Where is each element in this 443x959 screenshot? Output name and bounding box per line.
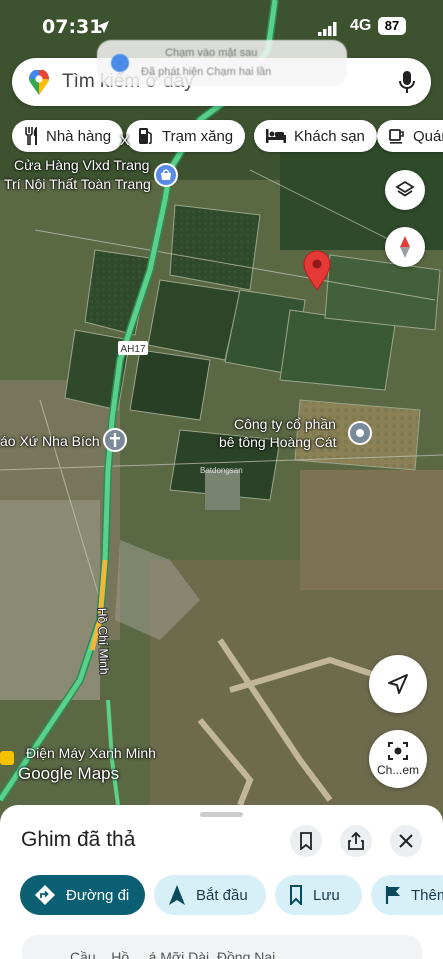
add-label-button[interactable]: Thêm [371,875,443,915]
maps-screen: AH17 Hồ Chí Minh Batdongsan 07:31 4G 87 … [0,0,443,959]
back-tap-toast: Chạm vào mặt sau Đã phát hiện Chạm hai l… [97,40,347,86]
chip-label: Trạm xăng [162,127,234,145]
company-label-line1[interactable]: Công ty cổ phần [234,416,336,432]
signal-icon [318,20,338,42]
directions-icon [35,885,55,905]
fork-knife-icon [25,127,37,145]
directions-label: Đường đi [66,886,130,904]
shop-label-line1[interactable]: Cửa Hàng Vlxd Trang [14,157,149,173]
chip-gas-stations[interactable]: Trạm xăng [126,120,246,152]
address-row[interactable]: Cầu... Hồ ... á Mỡi Dài, Đồng Nai [22,935,422,959]
compass-icon [400,236,410,258]
coffee-cup-icon [389,129,404,144]
microphone-icon[interactable] [399,70,415,99]
bookmark-icon [290,885,302,905]
electronics-label[interactable]: Điện Máy Xanh Minh [26,745,156,761]
location-arrow-icon [96,18,110,40]
start-button[interactable]: Bắt đầu [154,875,266,915]
google-maps-pin-icon [28,69,50,101]
chip-label: Quán [413,127,443,145]
status-time: 07:31 [42,16,103,38]
shop-label-line2[interactable]: Trí Nội Thất Toàn Trang [4,176,151,192]
sheet-drag-handle[interactable] [200,812,243,817]
share-icon [348,832,364,850]
start-label: Bắt đầu [196,886,248,904]
sheet-title: Ghim đã thả [21,828,136,851]
close-icon [399,834,413,848]
google-maps-logo: Google Maps [18,764,120,783]
compass-button[interactable] [385,227,425,267]
chip-restaurants[interactable]: Nhà hàng [12,120,124,152]
bookmark-icon [300,832,312,850]
shop-place-marker[interactable] [154,163,178,187]
chip-cafes[interactable]: Quán [377,120,443,152]
battery-indicator: 87 [378,17,406,35]
company-label-line2[interactable]: bê tông Hoàng Cát [219,434,337,450]
watermark-label: Batdongsan [200,466,243,475]
company-place-marker[interactable] [348,421,372,445]
layers-button[interactable] [385,170,425,210]
highway-badge: AH17 [120,344,145,355]
church-place-marker[interactable] [103,428,127,452]
toast-subtitle: Đã phát hiện Chạm hai lần [141,66,272,78]
network-type: 4G [350,17,372,34]
road-name-label: Hồ Chí Minh [95,608,111,675]
toast-title: Chạm vào mặt sau [165,47,258,59]
lens-button[interactable]: Ch...em [369,730,427,788]
partial-label-x: X [120,132,130,148]
add-label-label: Thêm [411,886,443,904]
my-location-button[interactable] [369,655,427,713]
bed-icon [266,129,286,143]
close-button[interactable] [390,825,422,857]
save-label: Lưu [313,886,340,904]
camera-lens-icon [388,742,408,760]
chip-label: Nhà hàng [46,127,112,145]
flag-icon [385,886,400,904]
navigation-arrow-icon [388,674,408,694]
share-button[interactable] [340,825,372,857]
bookmark-button[interactable] [290,825,322,857]
navigation-icon [169,885,185,905]
layers-icon [395,180,415,197]
lens-label: Ch...em [376,763,419,777]
chip-label: Khách sạn [294,127,365,145]
directions-button[interactable]: Đường đi [20,875,145,915]
accessibility-icon [111,54,129,72]
electronics-place-marker[interactable] [0,751,14,765]
chip-hotels[interactable]: Khách sạn [254,120,377,152]
church-label[interactable]: áo Xứ Nha Bích [0,433,100,449]
gas-pump-icon [139,128,152,145]
save-button[interactable]: Lưu [275,875,362,915]
